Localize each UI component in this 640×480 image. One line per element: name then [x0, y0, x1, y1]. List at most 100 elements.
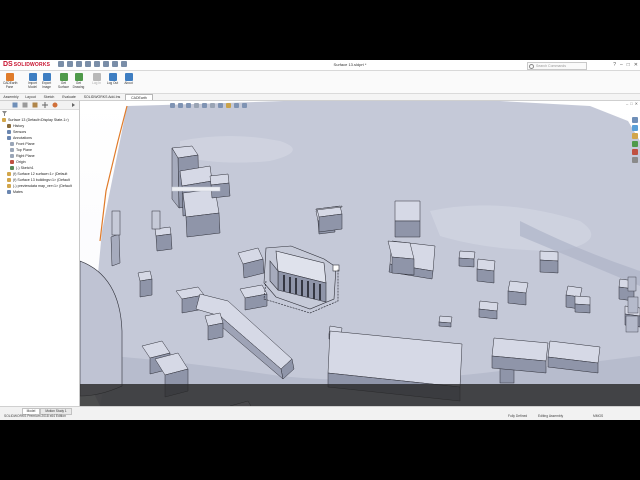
- viewport-minimize-icon[interactable]: –: [626, 101, 628, 107]
- building-top: [539, 250, 559, 262]
- plane-icon: [10, 153, 14, 158]
- terrain-model[interactable]: [80, 101, 640, 406]
- assembly-icon: [2, 117, 6, 122]
- command-manager-ribbon: CADEarth Pane Import Model Export Image …: [0, 71, 640, 94]
- tooltip-placeholder: [171, 186, 221, 192]
- quick-access-toolbar: [58, 61, 127, 67]
- status-product-name: SOLIDWORKS Premium 2018 x64 Edition: [4, 414, 66, 418]
- solidworks-logo[interactable]: DS SOLIDWORKS: [3, 61, 50, 69]
- previous-view-icon[interactable]: [186, 103, 191, 108]
- tree-item-label: Top Plane: [16, 148, 32, 152]
- button-label: Import Model: [27, 81, 38, 89]
- help-button[interactable]: ?: [613, 61, 616, 69]
- video-control-overlay: [80, 384, 640, 406]
- search-icon: [529, 64, 534, 69]
- building-side: [318, 213, 343, 233]
- status-units[interactable]: MMGS: [593, 414, 603, 419]
- minimize-button[interactable]: –: [620, 61, 623, 69]
- view-palette-icon[interactable]: [632, 141, 638, 147]
- get-drawing-button[interactable]: Get Drawing: [72, 73, 85, 93]
- log-out-button[interactable]: Log Out: [106, 73, 119, 93]
- component-icon: [7, 183, 11, 188]
- display-manager-icon[interactable]: [52, 102, 58, 108]
- heads-up-view-toolbar: [170, 103, 247, 108]
- apply-scene-icon[interactable]: [234, 103, 239, 108]
- cadearth-pane-button[interactable]: CADEarth Pane: [3, 73, 18, 93]
- display-style-icon[interactable]: [210, 103, 215, 108]
- new-document-icon[interactable]: [58, 61, 64, 67]
- ds-logo-mark: DS: [3, 61, 13, 68]
- zoom-area-icon[interactable]: [178, 103, 183, 108]
- building-side: [458, 257, 475, 268]
- feature-manager-icon[interactable]: [12, 102, 18, 108]
- tree-item-mates[interactable]: Mates: [7, 189, 23, 195]
- tab-sketch[interactable]: Sketch: [40, 94, 58, 100]
- tree-item-label: Annotations: [13, 136, 32, 140]
- tab-solidworks-add-ins[interactable]: SOLIDWORKS Add-Ins: [80, 94, 124, 100]
- close-button[interactable]: ✕: [634, 61, 638, 69]
- property-manager-icon[interactable]: [22, 102, 28, 108]
- about-button[interactable]: About: [122, 73, 135, 93]
- configuration-manager-icon[interactable]: [32, 102, 38, 108]
- tree-item-label: Origin: [16, 160, 26, 164]
- building-top: [574, 295, 591, 306]
- button-label: Log In: [92, 81, 101, 85]
- dimxpert-icon[interactable]: [42, 102, 48, 108]
- get-surface-button[interactable]: Get Surface: [57, 73, 70, 93]
- rebuild-icon[interactable]: [112, 61, 118, 67]
- tab-layout[interactable]: Layout: [23, 94, 38, 100]
- button-label: CADEarth Pane: [3, 81, 18, 89]
- building-side: [574, 303, 591, 314]
- tab-evaluate[interactable]: Evaluate: [60, 94, 78, 100]
- get-surface-icon: [59, 73, 68, 81]
- cadearth-pane-icon: [5, 73, 14, 81]
- tree-item-label: (f) Surface 12 surface<1> (Default: [13, 172, 68, 176]
- tab-cadearth[interactable]: CADEarth: [125, 94, 153, 100]
- viewport-restore-icon[interactable]: □: [630, 101, 632, 107]
- building-side: [478, 308, 498, 320]
- save-icon[interactable]: [76, 61, 82, 67]
- solidworks-resources-icon[interactable]: [632, 117, 638, 123]
- view-settings-icon[interactable]: [242, 103, 247, 108]
- search-commands-input[interactable]: Search Commands: [527, 62, 587, 70]
- hide-show-items-icon[interactable]: [218, 103, 223, 108]
- print-icon[interactable]: [85, 61, 91, 67]
- log-in-button[interactable]: Log In: [90, 73, 103, 93]
- measure-overlay: [171, 186, 221, 192]
- button-label: Log Out: [106, 81, 119, 85]
- zoom-to-fit-icon[interactable]: [170, 103, 175, 108]
- custom-properties-icon[interactable]: [632, 157, 638, 163]
- building-side: [391, 256, 415, 276]
- sketch-icon: [10, 165, 14, 170]
- open-icon[interactable]: [67, 61, 73, 67]
- undo-icon[interactable]: [94, 61, 100, 67]
- expand-panel-icon[interactable]: [70, 102, 76, 108]
- appearances-icon[interactable]: [632, 149, 638, 155]
- building-side: [539, 259, 559, 274]
- export-image-button[interactable]: Export Image: [40, 73, 53, 93]
- edit-appearance-icon[interactable]: [226, 103, 231, 108]
- options-icon[interactable]: [121, 61, 127, 67]
- right-edge-block: [625, 315, 639, 333]
- document-title: Surface 13.sldprt *: [333, 62, 367, 67]
- maximize-button[interactable]: □: [627, 61, 630, 69]
- export-image-icon: [42, 73, 51, 81]
- button-label: Get Surface: [58, 81, 69, 89]
- filter-icon[interactable]: [2, 111, 7, 116]
- file-explorer-icon[interactable]: [632, 133, 638, 139]
- building-side: [207, 322, 224, 341]
- annotations-icon: [7, 135, 11, 140]
- viewport-close-icon[interactable]: ✕: [635, 101, 638, 107]
- view-orientation-icon[interactable]: [202, 103, 207, 108]
- design-library-icon[interactable]: [632, 125, 638, 131]
- graphics-viewport[interactable]: – □ ✕: [80, 101, 640, 406]
- select-icon[interactable]: [103, 61, 109, 67]
- command-manager-tabs: Assembly Layout Sketch Evaluate SOLIDWOR…: [0, 94, 640, 101]
- right-edge-block: [627, 276, 637, 292]
- tab-assembly[interactable]: Assembly: [1, 94, 21, 100]
- solidworks-window: DS SOLIDWORKS Surface 13.sldprt * Search…: [0, 60, 640, 420]
- building-side: [110, 233, 121, 267]
- import-model-button[interactable]: Import Model: [26, 73, 39, 93]
- status-bar: Model Motion Study 1 SOLIDWORKS Premium …: [0, 406, 640, 420]
- section-view-icon[interactable]: [194, 103, 199, 108]
